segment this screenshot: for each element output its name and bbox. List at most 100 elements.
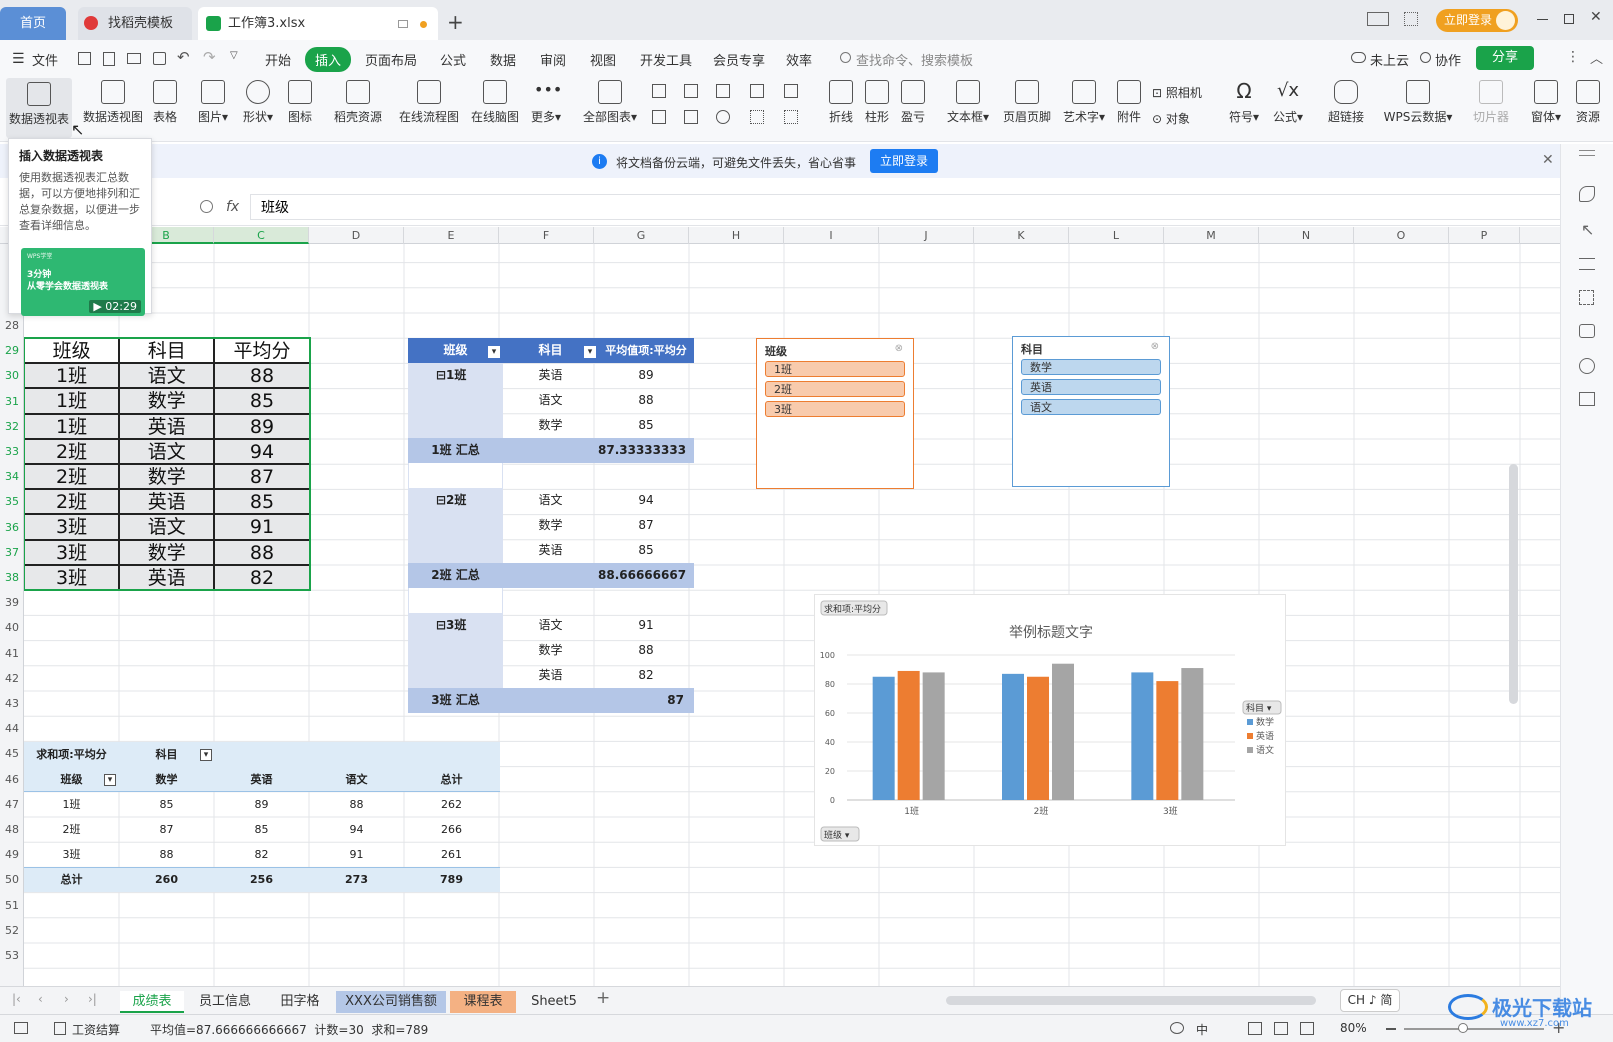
sparkline-line-button[interactable]: 折线: [826, 80, 856, 125]
minimize-icon[interactable]: [1537, 19, 1548, 20]
pivot2-cell[interactable]: 94: [309, 817, 404, 842]
ime-indicator[interactable]: CH ♪ 简: [1340, 989, 1400, 1012]
rocket-icon[interactable]: [1579, 186, 1595, 202]
object-button[interactable]: ⊙ 对象: [1152, 110, 1190, 127]
slicer-class-item[interactable]: 2班: [765, 381, 905, 397]
grid-apps-icon[interactable]: [1404, 12, 1418, 26]
other-chart-icon[interactable]: [784, 110, 798, 124]
chart-bar[interactable]: [1181, 668, 1204, 800]
row-header[interactable]: 48: [0, 823, 24, 836]
row-header[interactable]: 53: [0, 949, 24, 962]
chart-bar[interactable]: [1131, 672, 1154, 800]
monitor-icon[interactable]: [398, 20, 408, 28]
pivot1-subtotal-blank[interactable]: [503, 438, 598, 463]
pivot1-row-label[interactable]: ⊟2班: [408, 488, 503, 513]
row-header[interactable]: 39: [0, 596, 24, 609]
row-header[interactable]: 32: [0, 420, 24, 433]
pivot-chart[interactable]: 求和项:平均分 举例标题文字 100 80 60 40 20 0 1班 2班 3班 科目 ▾ 数学 英语语…: [814, 594, 1286, 846]
column-chart-icon[interactable]: [652, 84, 666, 98]
row-header[interactable]: 28: [0, 319, 24, 332]
sheet-grid[interactable]: 班级 科目 平均分 1班 语文 88 1班 数学 85 1班 英语 89 2班 语文 94 2班 数学 87 2班英…: [24, 244, 1560, 986]
sparkline-column-button[interactable]: 柱形: [862, 80, 892, 125]
close-icon[interactable]: ✕: [1590, 9, 1602, 25]
language-select[interactable]: 中: [1196, 1021, 1208, 1038]
pivot2-cell[interactable]: 88: [119, 842, 214, 867]
chart-bar[interactable]: [1027, 676, 1049, 800]
row-header[interactable]: 30: [0, 369, 24, 382]
pivot2-col-header[interactable]: 总计: [404, 767, 499, 792]
filter-dropdown-icon[interactable]: ▾: [584, 346, 596, 358]
pivot1-spacer[interactable]: [408, 463, 503, 488]
read-view-icon[interactable]: [1300, 1022, 1314, 1035]
filter-clear-icon[interactable]: ⊗: [1151, 341, 1159, 352]
slicer-class[interactable]: 班级 ⊗ 1班 2班 3班: [756, 338, 914, 489]
filter-dropdown-icon[interactable]: ▾: [200, 749, 212, 761]
pivot2-cell[interactable]: 88: [309, 792, 404, 817]
chart-field-button[interactable]: 求和项:平均分: [820, 600, 888, 616]
column-header[interactable]: F: [499, 227, 594, 244]
collab-button[interactable]: 协作: [1435, 50, 1461, 69]
zoom-out-icon[interactable]: [1386, 1028, 1396, 1030]
row-header[interactable]: 29: [0, 344, 24, 357]
all-charts-button[interactable]: 全部图表▾: [582, 80, 638, 125]
picture-button[interactable]: 图片▾: [195, 80, 231, 125]
row-header[interactable]: 31: [0, 395, 24, 408]
crop-icon[interactable]: [1579, 290, 1594, 305]
row-header[interactable]: 37: [0, 546, 24, 559]
bar-chart-icon[interactable]: [684, 84, 698, 98]
resource-button[interactable]: 资源: [1572, 80, 1604, 125]
row-header[interactable]: 34: [0, 470, 24, 483]
table-button[interactable]: 表格: [150, 80, 180, 125]
pivot2-cell[interactable]: 85: [214, 817, 309, 842]
pivot2-cell[interactable]: 85: [119, 792, 214, 817]
collapse-ribbon-icon[interactable]: ︿: [1590, 48, 1603, 67]
adjust-icon[interactable]: [1579, 258, 1595, 270]
save-icon[interactable]: [78, 52, 91, 65]
shape-button[interactable]: 形状▾: [240, 80, 276, 125]
vertical-scrollbar[interactable]: [1509, 464, 1518, 704]
zoom-in-icon[interactable]: +: [1552, 1018, 1565, 1037]
pivot1-subject[interactable]: 语文: [503, 613, 598, 638]
row-header[interactable]: 42: [0, 672, 24, 685]
pivot2-cell[interactable]: 2班: [24, 817, 119, 842]
radar-chart-icon[interactable]: [750, 84, 764, 98]
row-header[interactable]: 36: [0, 521, 24, 534]
chart-bar[interactable]: [1052, 663, 1074, 800]
tab-home[interactable]: 首页: [0, 7, 66, 40]
slicer-class-item[interactable]: 3班: [765, 401, 905, 417]
tooltip-video[interactable]: WPS学堂 3分钟 从零学会数据透视表 ▶ 02:29: [21, 248, 145, 316]
first-sheet-icon[interactable]: |‹: [12, 992, 21, 1006]
column-header[interactable]: E: [404, 227, 499, 244]
pivot1-value[interactable]: 85: [598, 538, 694, 563]
row-header[interactable]: 41: [0, 647, 24, 660]
pivot1-subtotal-value[interactable]: 87.33333333: [598, 438, 694, 463]
chart-bar[interactable]: [897, 670, 920, 800]
filter-clear-icon[interactable]: ⊗: [895, 343, 903, 354]
chart-axis-button[interactable]: 班级 ▾: [820, 826, 860, 842]
zoom-thumb[interactable]: [1458, 1023, 1468, 1033]
icon-button[interactable]: 图标: [285, 80, 315, 125]
eye-protect-icon[interactable]: [1170, 1022, 1184, 1034]
zoom-slider[interactable]: [1404, 1028, 1544, 1030]
column-header[interactable]: P: [1449, 227, 1520, 244]
pivot2-cell[interactable]: 89: [214, 792, 309, 817]
pivot2-cell[interactable]: 261: [404, 842, 499, 867]
hyperlink-button[interactable]: 超链接: [1325, 80, 1367, 125]
cloud-status[interactable]: 未上云: [1370, 50, 1409, 69]
row-header[interactable]: 38: [0, 571, 24, 584]
pivot2-value-label[interactable]: 求和项:平均分: [24, 742, 119, 767]
column-header[interactable]: L: [1069, 227, 1164, 244]
slicer-class-item[interactable]: 1班: [765, 361, 905, 377]
sidebar-menu-icon[interactable]: [1579, 150, 1595, 156]
menu-view[interactable]: 视图: [590, 50, 616, 69]
slicer-subject-item[interactable]: 数学: [1021, 359, 1161, 375]
camera-button[interactable]: ⊡ 照相机: [1152, 84, 1202, 101]
share-button[interactable]: 分享: [1476, 46, 1534, 70]
pivot2-cell[interactable]: 262: [404, 792, 499, 817]
pivot1-subject[interactable]: 英语: [503, 538, 598, 563]
redo-icon[interactable]: ↷: [203, 48, 216, 66]
textbox-button[interactable]: 文本框▾: [944, 80, 992, 125]
login-button[interactable]: 立即登录: [1436, 9, 1518, 32]
zoom-level[interactable]: 80%: [1340, 1021, 1367, 1035]
formula-button[interactable]: √x 公式▾: [1270, 80, 1306, 125]
